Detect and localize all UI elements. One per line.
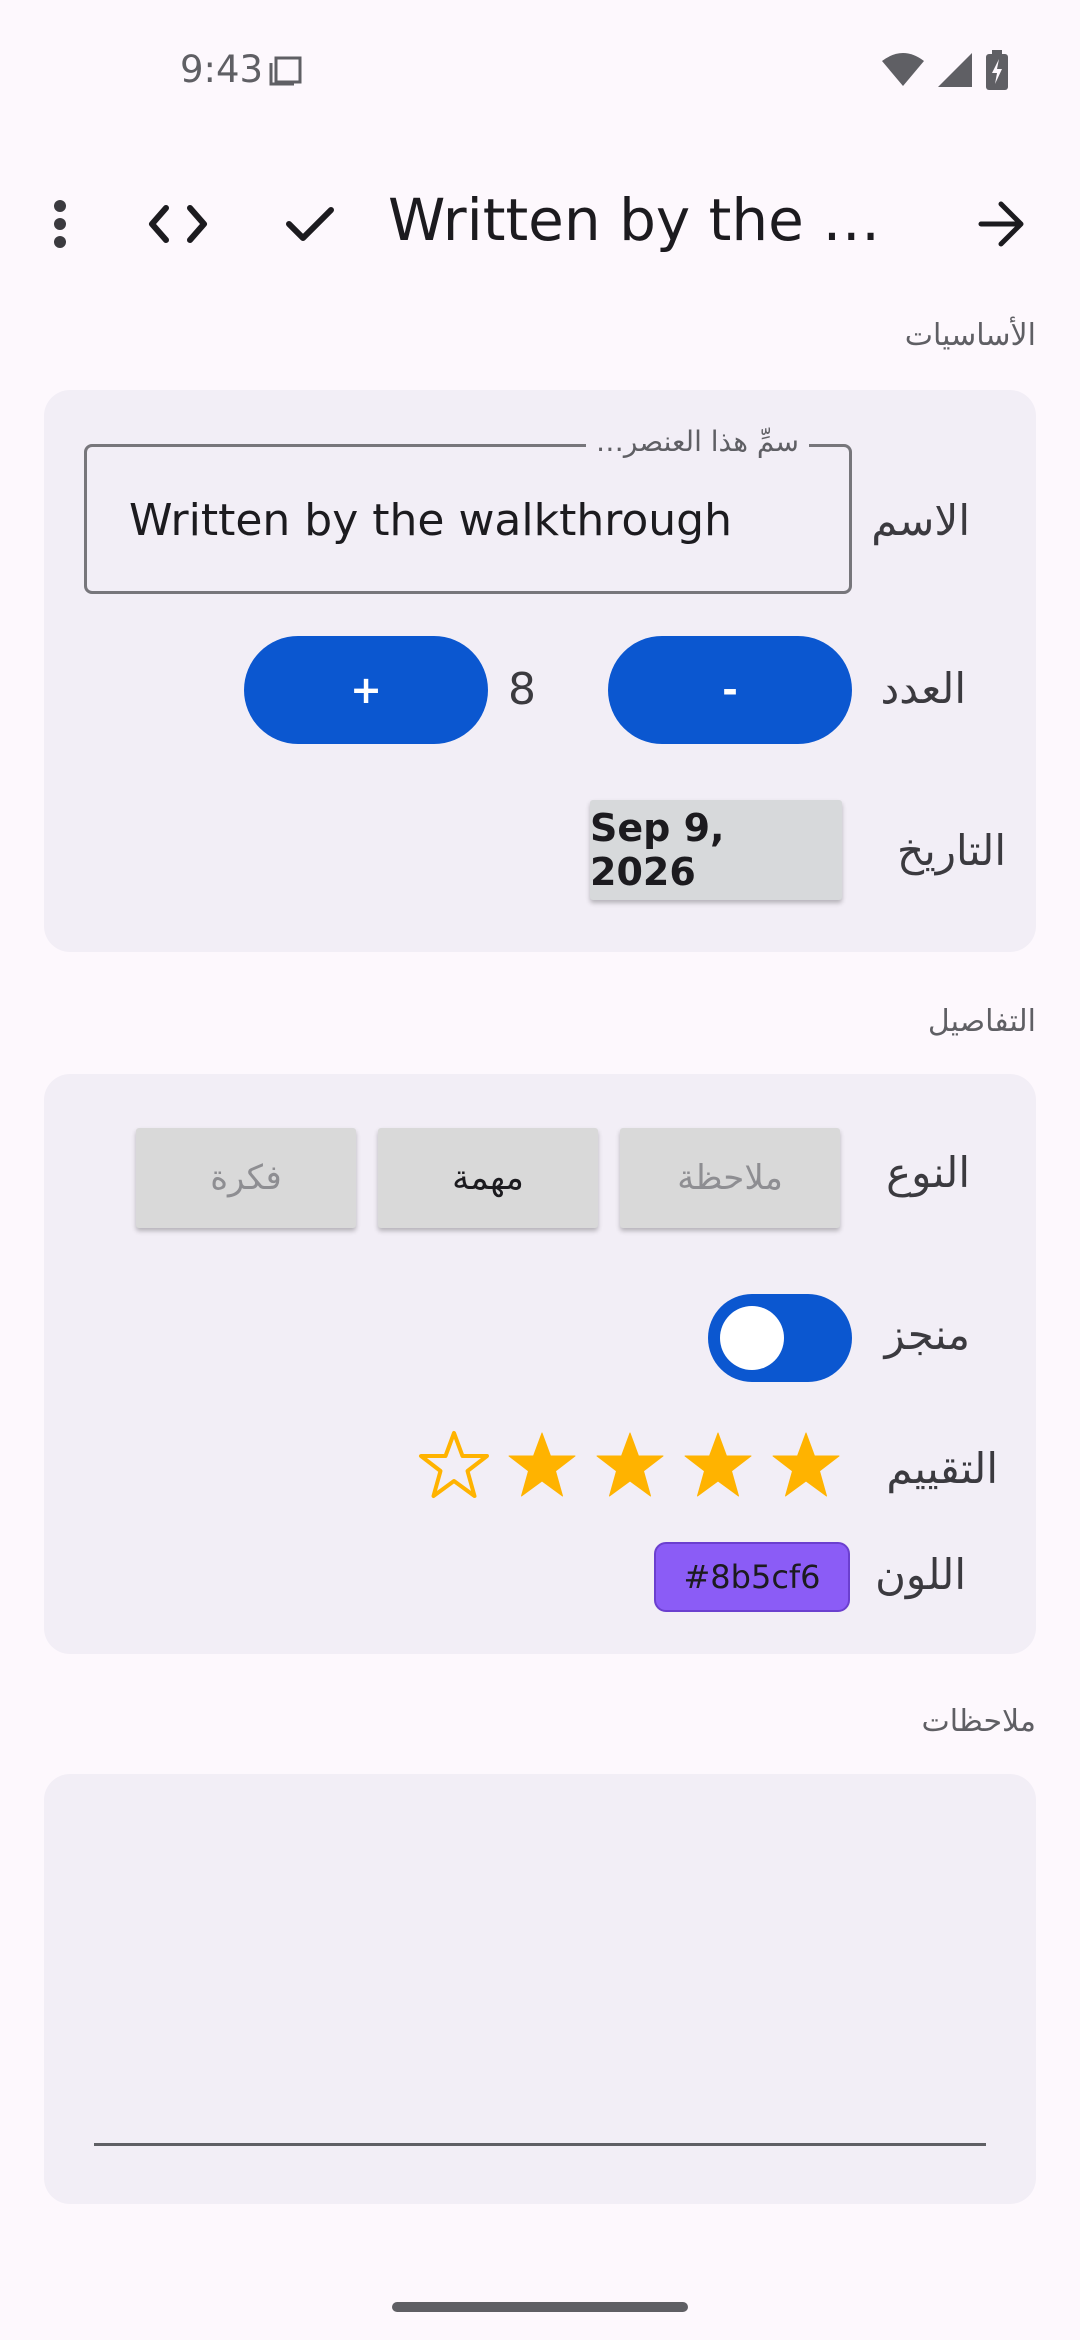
arrow-forward-icon[interactable] xyxy=(972,194,1032,254)
status-time: 9:43 xyxy=(180,48,264,91)
section-label-details: التفاصيل xyxy=(927,1004,1036,1039)
name-field[interactable]: سمِّ هذا العنصر… Written by the walkthro… xyxy=(84,425,852,594)
check-icon[interactable] xyxy=(280,194,340,254)
type-option-idea[interactable]: فكرة xyxy=(136,1128,356,1228)
type-option-task[interactable]: مهمة xyxy=(378,1128,598,1228)
count-label: العدد xyxy=(880,664,966,713)
rating-label: التقييم xyxy=(886,1444,998,1493)
color-chip[interactable]: #8b5cf6 xyxy=(654,1542,850,1612)
screenshot-notification-icon xyxy=(269,56,302,86)
status-icons xyxy=(882,50,1008,90)
battery-charging-icon xyxy=(986,50,1008,90)
name-label: الاسم xyxy=(871,496,970,545)
decrement-button[interactable]: - xyxy=(608,636,852,744)
done-toggle[interactable] xyxy=(708,1294,852,1382)
star-filled-icon[interactable] xyxy=(682,1430,754,1502)
name-field-placeholder: سمِّ هذا العنصر… xyxy=(585,425,809,458)
section-label-basics: الأساسيات xyxy=(904,318,1036,353)
rating-stars[interactable] xyxy=(418,1430,842,1502)
star-filled-icon[interactable] xyxy=(506,1430,578,1502)
more-options-icon[interactable] xyxy=(30,194,90,254)
star-filled-icon[interactable] xyxy=(770,1430,842,1502)
signal-icon xyxy=(938,53,972,87)
count-value: 8 xyxy=(508,664,536,715)
wifi-icon xyxy=(882,53,924,86)
increment-button[interactable]: + xyxy=(244,636,488,744)
toggle-thumb xyxy=(720,1306,784,1370)
notes-underline xyxy=(94,2143,986,2146)
name-field-value[interactable]: Written by the walkthrough xyxy=(129,495,732,546)
notes-card xyxy=(44,1774,1036,2204)
type-option-note[interactable]: ملاحظة xyxy=(620,1128,840,1228)
type-label: النوع xyxy=(886,1148,970,1197)
date-label: التاريخ xyxy=(896,826,1006,875)
date-picker-button[interactable]: Sep 9, 2026 xyxy=(590,800,842,900)
page-title: Written by the wal… xyxy=(388,186,918,254)
code-icon[interactable] xyxy=(148,194,208,254)
section-label-notes: ملاحظات xyxy=(921,1704,1036,1739)
done-label: منجز xyxy=(884,1310,970,1359)
star-outline-icon[interactable] xyxy=(418,1430,490,1502)
color-label: اللون xyxy=(875,1550,966,1599)
home-gesture-bar[interactable] xyxy=(392,2302,688,2312)
star-filled-icon[interactable] xyxy=(594,1430,666,1502)
